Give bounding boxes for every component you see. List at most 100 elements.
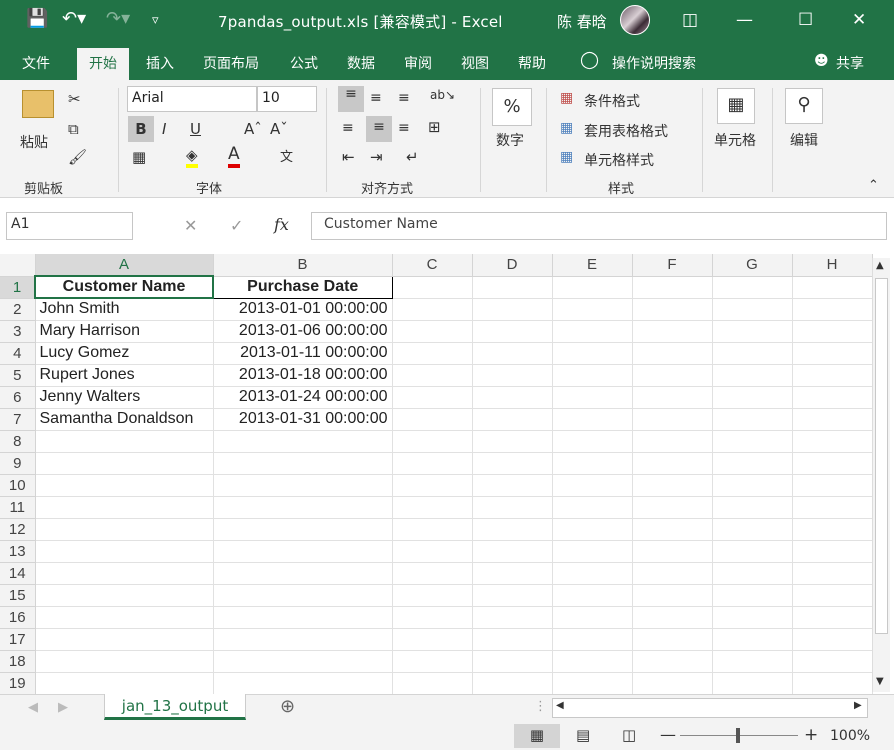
tab-home[interactable]: 开始	[77, 48, 129, 80]
paste-icon[interactable]	[22, 90, 54, 118]
column-header-e[interactable]: E	[552, 254, 633, 277]
cell[interactable]	[392, 452, 473, 475]
cell[interactable]	[552, 408, 633, 431]
cell[interactable]	[552, 606, 633, 629]
column-header-h[interactable]: H	[792, 254, 873, 277]
fill-color-icon[interactable]: ◈	[186, 146, 198, 168]
phonetic-icon[interactable]: 文	[280, 146, 293, 165]
cell-table[interactable]: A B C D E F G H 1 Customer Name Purchase…	[0, 254, 873, 694]
row-header[interactable]: 12	[0, 518, 36, 541]
zoom-in-button[interactable]: +	[804, 725, 818, 745]
decrease-font-icon[interactable]: Aˇ	[270, 120, 288, 138]
redo-icon[interactable]: ↷▾	[106, 8, 130, 30]
lightbulb-icon[interactable]: ◯	[580, 50, 599, 70]
cell[interactable]	[392, 628, 473, 651]
cell[interactable]	[552, 364, 633, 387]
cell[interactable]	[792, 452, 873, 475]
cell[interactable]	[712, 672, 793, 694]
cell[interactable]	[632, 276, 713, 299]
editing-button[interactable]: 编辑	[790, 130, 818, 150]
cut-icon[interactable]: ✂	[68, 90, 81, 108]
cell[interactable]	[792, 584, 873, 607]
avatar[interactable]	[620, 5, 650, 35]
cell[interactable]	[552, 540, 633, 563]
font-size-select[interactable]: 10	[257, 86, 317, 112]
wrap-text-icon[interactable]: ↵	[406, 148, 419, 166]
cell[interactable]	[392, 672, 473, 694]
share-icon[interactable]: ☻	[814, 53, 829, 69]
cell[interactable]	[792, 650, 873, 673]
cell[interactable]	[552, 430, 633, 453]
collapse-ribbon-icon[interactable]: ⌃	[868, 178, 879, 193]
cell[interactable]	[213, 430, 393, 453]
cell[interactable]	[213, 496, 393, 519]
cell[interactable]	[472, 474, 553, 497]
cell-header-customer-name[interactable]: Customer Name	[34, 275, 214, 299]
cell-purchase-date[interactable]: 2013-01-06 00:00:00	[213, 320, 393, 343]
align-right-icon[interactable]: ≡	[398, 120, 410, 136]
insert-function-icon[interactable]: fx	[274, 215, 289, 234]
cell[interactable]	[392, 606, 473, 629]
cell[interactable]	[792, 408, 873, 431]
align-bottom-icon[interactable]: ≡	[398, 90, 410, 106]
row-header[interactable]: 18	[0, 650, 36, 673]
copy-icon[interactable]: ⧉	[68, 120, 79, 138]
cell[interactable]	[392, 276, 473, 299]
decrease-indent-icon[interactable]: ⇤	[342, 148, 355, 166]
cell[interactable]	[712, 496, 793, 519]
cell[interactable]	[632, 386, 713, 409]
row-header[interactable]: 13	[0, 540, 36, 563]
cell[interactable]	[792, 540, 873, 563]
cell-purchase-date[interactable]: 2013-01-24 00:00:00	[213, 386, 393, 409]
cell[interactable]	[392, 518, 473, 541]
column-header-b[interactable]: B	[213, 254, 393, 277]
cell[interactable]	[35, 562, 214, 585]
close-button[interactable]: ✕	[852, 10, 866, 30]
cell[interactable]	[712, 562, 793, 585]
cell[interactable]	[792, 518, 873, 541]
cell[interactable]	[712, 606, 793, 629]
row-header[interactable]: 16	[0, 606, 36, 629]
column-header-c[interactable]: C	[392, 254, 473, 277]
formula-input[interactable]: Customer Name	[311, 212, 887, 240]
search-icon[interactable]: ⚲	[785, 88, 823, 124]
maximize-button[interactable]: ☐	[798, 10, 813, 30]
ribbon-display-icon[interactable]: ◫	[682, 10, 698, 30]
cell[interactable]	[392, 386, 473, 409]
cell[interactable]	[792, 342, 873, 365]
zoom-level[interactable]: 100%	[830, 728, 870, 744]
minimize-button[interactable]: —	[736, 10, 753, 30]
number-format-icon[interactable]: %	[492, 88, 532, 126]
cell[interactable]	[632, 408, 713, 431]
cell[interactable]	[632, 628, 713, 651]
cell[interactable]	[632, 320, 713, 343]
cell[interactable]	[213, 562, 393, 585]
table-format-button[interactable]: 套用表格格式	[584, 121, 668, 141]
vertical-scrollbar[interactable]: ▲ ▼	[872, 258, 890, 692]
cell[interactable]	[632, 496, 713, 519]
share-button[interactable]: 共享	[836, 53, 864, 73]
row-header[interactable]: 2	[0, 298, 36, 321]
scroll-down-icon[interactable]: ▼	[876, 676, 884, 687]
paste-button[interactable]: 粘贴	[20, 132, 48, 152]
next-sheet-icon[interactable]: ▶	[58, 700, 68, 715]
cell-style-button[interactable]: 单元格样式	[584, 150, 654, 170]
cell[interactable]	[392, 364, 473, 387]
cell[interactable]	[552, 628, 633, 651]
row-header[interactable]: 9	[0, 452, 36, 475]
enter-icon[interactable]: ✓	[230, 216, 243, 235]
row-header[interactable]: 8	[0, 430, 36, 453]
cell[interactable]	[472, 628, 553, 651]
customize-quick-access-icon[interactable]: ▿	[152, 10, 159, 32]
borders-icon[interactable]: ▦	[132, 148, 146, 166]
cell[interactable]	[792, 474, 873, 497]
cell[interactable]	[552, 276, 633, 299]
cell[interactable]	[35, 518, 214, 541]
cell[interactable]	[35, 540, 214, 563]
cell[interactable]	[632, 430, 713, 453]
cell[interactable]	[552, 386, 633, 409]
cell-customer-name[interactable]: Samantha Donaldson	[35, 408, 214, 431]
align-center-icon[interactable]: ≡	[366, 116, 392, 142]
cell[interactable]	[392, 342, 473, 365]
tab-view[interactable]: 视图	[461, 53, 489, 73]
